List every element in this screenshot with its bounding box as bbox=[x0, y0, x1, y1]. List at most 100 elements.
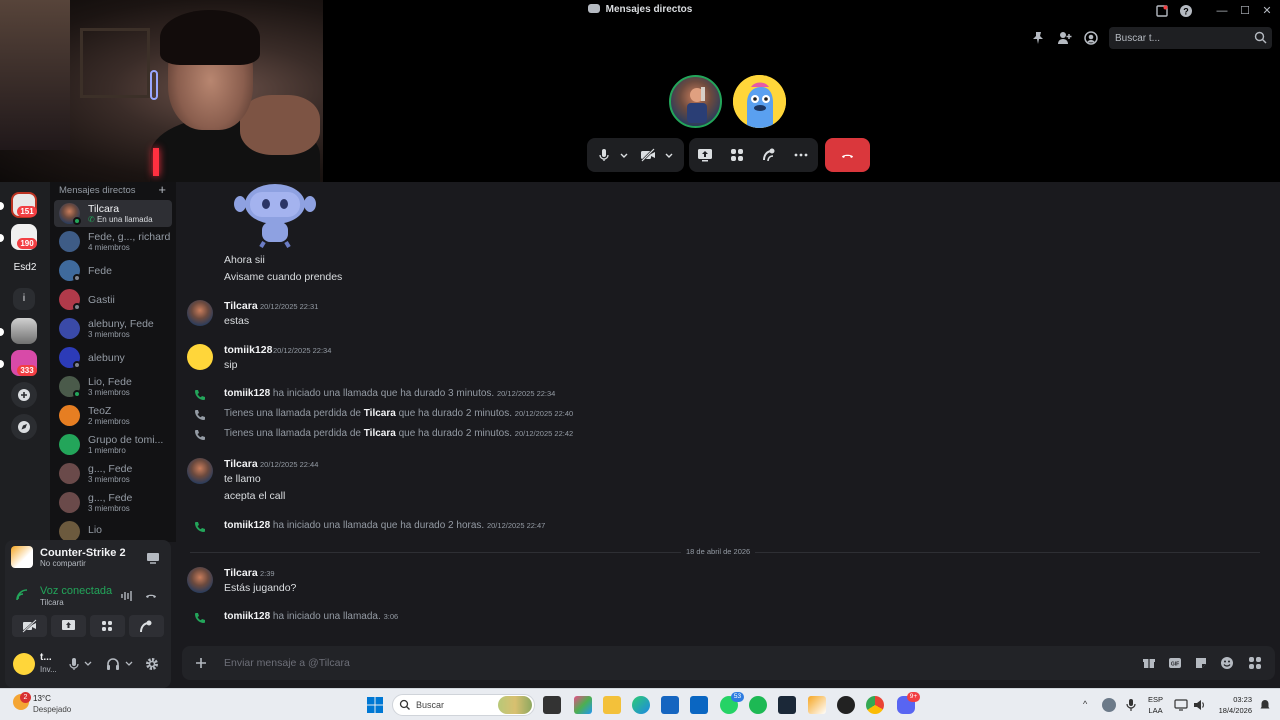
maximize-button[interactable]: ☐ bbox=[1237, 3, 1253, 19]
noise-suppression-icon[interactable] bbox=[120, 589, 134, 603]
microphone-button[interactable] bbox=[596, 147, 612, 163]
dm-item[interactable]: Grupo de tomi... 1 miembro bbox=[54, 431, 172, 458]
widgets-app-icon[interactable] bbox=[574, 696, 592, 714]
mute-microphone-icon[interactable] bbox=[67, 656, 93, 672]
dm-item[interactable]: Lio, Fede 3 miembros bbox=[54, 373, 172, 400]
call-participant-avatar-tomiik128[interactable] bbox=[733, 75, 786, 128]
store-icon[interactable] bbox=[661, 696, 679, 714]
gif-icon[interactable]: GIF bbox=[1168, 656, 1182, 670]
voice-channel-name[interactable]: Tilcara bbox=[40, 598, 64, 607]
attach-plus-icon[interactable] bbox=[194, 656, 208, 670]
steam-icon[interactable] bbox=[778, 696, 796, 714]
gift-icon[interactable] bbox=[1142, 656, 1156, 670]
add-friends-icon[interactable] bbox=[1057, 30, 1073, 46]
dm-item[interactable]: g..., Fede 3 miembros bbox=[54, 460, 172, 487]
message-author[interactable]: tomiik128 bbox=[224, 344, 272, 356]
message-input[interactable] bbox=[224, 655, 1124, 671]
weather-badge: 2 bbox=[20, 692, 31, 703]
whatsapp-badge: 53 bbox=[731, 692, 744, 702]
avatar[interactable] bbox=[187, 300, 213, 326]
dm-item[interactable]: TeoZ 2 miembros bbox=[54, 402, 172, 429]
obs-icon[interactable] bbox=[837, 696, 855, 714]
screen-share-button[interactable] bbox=[697, 147, 713, 163]
tray-overflow-chevron-icon[interactable]: ^ bbox=[1083, 699, 1087, 709]
toggle-camera-button[interactable] bbox=[12, 615, 47, 637]
dm-item[interactable]: alebuny bbox=[54, 344, 172, 371]
message-author[interactable]: Tilcara bbox=[224, 567, 258, 579]
file-explorer-icon[interactable] bbox=[603, 696, 621, 714]
add-server-icon[interactable] bbox=[11, 382, 37, 408]
spotify-icon[interactable] bbox=[749, 696, 767, 714]
minimize-button[interactable]: — bbox=[1214, 3, 1230, 19]
dm-item[interactable]: alebuny, Fede 3 miembros bbox=[54, 315, 172, 342]
search-box[interactable] bbox=[1109, 27, 1272, 49]
user-name[interactable]: t... bbox=[40, 652, 52, 663]
server-esd2[interactable]: Esd2 bbox=[0, 262, 50, 273]
camera-off-button[interactable] bbox=[640, 147, 656, 163]
sticker-icon[interactable] bbox=[1194, 656, 1208, 670]
avatar[interactable] bbox=[187, 458, 213, 484]
share-screen-button[interactable] bbox=[51, 615, 86, 637]
dm-item[interactable]: Gastii bbox=[54, 286, 172, 313]
microphone-tray-icon[interactable] bbox=[1124, 698, 1138, 712]
notifications-icon[interactable] bbox=[1259, 699, 1271, 711]
activities-button[interactable] bbox=[90, 615, 125, 637]
settings-gear-icon[interactable] bbox=[144, 656, 160, 672]
system-actor[interactable]: tomiik128 bbox=[224, 388, 270, 399]
message-author[interactable]: Tilcara bbox=[224, 300, 258, 312]
soundboard-button[interactable] bbox=[129, 615, 164, 637]
system-actor[interactable]: tomiik128 bbox=[224, 520, 270, 531]
more-options-icon[interactable] bbox=[793, 147, 809, 163]
server-icon-5[interactable] bbox=[11, 318, 37, 344]
inbox-icon[interactable] bbox=[1154, 3, 1170, 19]
volume-icon[interactable] bbox=[1192, 698, 1206, 712]
clock[interactable]: 03:23 18/4/2026 bbox=[1214, 694, 1252, 716]
avatar[interactable] bbox=[187, 567, 213, 593]
pin-icon[interactable] bbox=[1030, 30, 1046, 46]
chrome-icon[interactable] bbox=[866, 696, 884, 714]
user-avatar[interactable] bbox=[13, 653, 35, 675]
taskbar-search[interactable]: Buscar bbox=[392, 694, 535, 716]
activities-button[interactable] bbox=[729, 147, 745, 163]
stream-game-icon[interactable] bbox=[146, 551, 160, 565]
soundboard-button[interactable] bbox=[761, 147, 777, 163]
input-language[interactable]: ESP LAA bbox=[1148, 694, 1163, 716]
discover-icon[interactable] bbox=[11, 414, 37, 440]
emoji-icon[interactable] bbox=[1220, 656, 1234, 670]
system-actor[interactable]: Tilcara bbox=[364, 408, 396, 419]
outlook-icon[interactable] bbox=[690, 696, 708, 714]
disconnect-icon[interactable] bbox=[144, 589, 158, 603]
search-icon bbox=[399, 699, 411, 711]
message-text: Estás jugando? bbox=[224, 582, 297, 594]
task-view-icon[interactable] bbox=[543, 696, 561, 714]
system-actor[interactable]: Tilcara bbox=[364, 428, 396, 439]
avatar[interactable] bbox=[187, 344, 213, 370]
dm-item[interactable]: Fede, g..., richard 4 miembros bbox=[54, 228, 172, 255]
start-button[interactable] bbox=[366, 696, 384, 714]
search-input[interactable] bbox=[1115, 30, 1245, 46]
dm-item[interactable]: Fede bbox=[54, 257, 172, 284]
dm-item[interactable]: g..., Fede 3 miembros bbox=[54, 489, 172, 516]
help-icon[interactable]: ? bbox=[1178, 3, 1194, 19]
weather-temperature[interactable]: 13°C bbox=[33, 694, 51, 703]
headphones-icon[interactable] bbox=[105, 656, 135, 672]
onedrive-icon[interactable] bbox=[1102, 698, 1116, 712]
apps-icon[interactable] bbox=[1248, 656, 1262, 670]
user-profile-icon[interactable] bbox=[1083, 30, 1099, 46]
camera-options-chevron-icon[interactable] bbox=[661, 147, 677, 163]
voice-connected-label[interactable]: Voz conectada bbox=[40, 585, 112, 597]
message-author[interactable]: Tilcara bbox=[224, 458, 258, 470]
avatar bbox=[59, 521, 80, 542]
weather-description[interactable]: Despejado bbox=[33, 705, 71, 714]
end-call-button[interactable] bbox=[825, 138, 870, 172]
server-i[interactable]: i bbox=[13, 288, 35, 310]
close-button[interactable]: ✕ bbox=[1259, 3, 1275, 19]
dm-item-tilcara[interactable]: Tilcara ✆ En una llamada bbox=[54, 200, 172, 227]
microphone-options-chevron-icon[interactable] bbox=[616, 147, 632, 163]
call-participant-avatar-tilcara[interactable] bbox=[669, 75, 722, 128]
counter-strike-icon[interactable] bbox=[808, 696, 826, 714]
system-actor[interactable]: tomiik128 bbox=[224, 611, 270, 622]
edge-browser-icon[interactable] bbox=[632, 696, 650, 714]
new-dm-button[interactable]: + bbox=[158, 182, 166, 197]
display-tray-icon[interactable] bbox=[1174, 698, 1188, 712]
